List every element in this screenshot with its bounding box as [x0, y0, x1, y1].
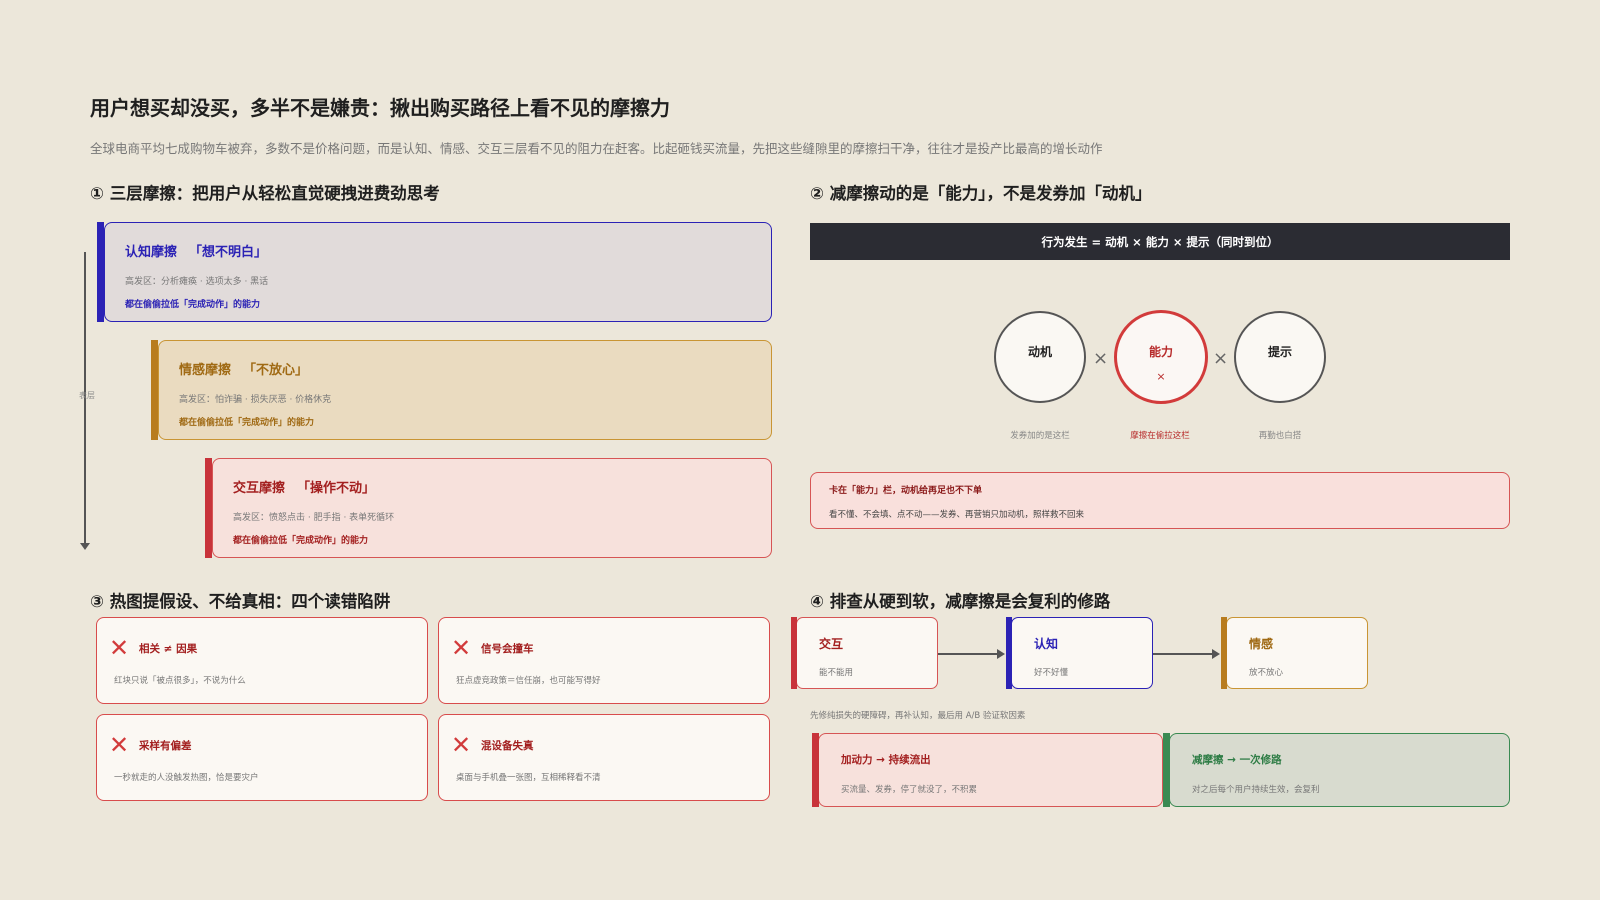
compare-desc: 买流量、发券，停了就没了，不积累 [841, 785, 978, 795]
step-desc: 放不放心 [1249, 668, 1284, 678]
layer-note: 都在偷偷拉低「完成动作」的能力 [179, 418, 315, 428]
layer-title: 情感摩擦 「不放心」 [179, 363, 309, 378]
circle-label: 动机 [1027, 345, 1052, 359]
section3-heading: ③ 热图提假设、不给真相：四个读错陷阱 [90, 592, 391, 611]
pitfall-desc: 红块只说「被点很多」，不说为什么 [114, 676, 246, 686]
pitfall-title: 混设备失真 [481, 740, 534, 752]
pitfall-title: 相关 ≠ 因果 [139, 643, 198, 655]
pitfall-title: 信号会撞车 [481, 643, 534, 655]
compare-accent-bar [1163, 733, 1170, 807]
ability-callout: 卡在「能力」栏，动机给再足也不下单 看不懂、不会填、点不动——发券、再营销只加动… [810, 472, 1510, 529]
x-mark-icon: ✕ [109, 731, 130, 759]
section2-heading: ② 减摩擦动的是「能力」，不是发券加「动机」 [810, 184, 1152, 203]
step-accent-bar [1221, 617, 1227, 689]
step-cognitive: 认知 好不好懂 [1006, 617, 1153, 689]
x-mark-icon: ✕ [451, 634, 472, 662]
layer-card-interaction: 交互摩擦 「操作不动」 高发区：愤怒点击 · 肥手指 · 表单死循环 都在偷偷拉低… [205, 458, 772, 558]
cross-mark-icon: × [1156, 370, 1166, 383]
pitfall-title: 采样有偏差 [139, 740, 192, 752]
circle-caption: 摩擦在偷拉这栏 [1130, 431, 1190, 441]
page-title: 用户想买却没买，多半不是嫌贵：揪出购买路径上看不见的摩擦力 [90, 96, 670, 120]
circle-ability: 能力 × [1114, 310, 1208, 404]
behavior-formula-bar: 行为发生 = 动机 × 能力 × 提示（同时到位） [810, 223, 1510, 260]
section4-heading: ④ 排查从硬到软，减摩擦是会复利的修路 [810, 592, 1111, 611]
pitfall-card: ✕ 混设备失真 桌面与手机叠一张图，互相稀释看不清 [438, 714, 770, 801]
section1-heading: ① 三层摩擦：把用户从轻松直觉硬拽进费劲思考 [90, 184, 440, 203]
layer-title: 认知摩擦 「想不明白」 [125, 245, 268, 260]
step-accent-bar [791, 617, 797, 689]
order-note: 先修纯损失的硬障碍，再补认知，最后用 A/B 验证软因素 [810, 711, 1026, 721]
compare-card-add-motivation: 加动力 → 持续流出 买流量、发券，停了就没了，不积累 [812, 733, 1163, 807]
step-title: 认知 [1034, 637, 1059, 651]
arrow-right-icon [1153, 649, 1220, 659]
layer-note: 都在偷偷拉低「完成动作」的能力 [233, 536, 369, 546]
pitfall-desc: 桌面与手机叠一张图，互相稀释看不清 [456, 773, 601, 783]
step-title: 情感 [1249, 637, 1274, 651]
circle-motivation: 动机 [994, 311, 1086, 403]
compare-title: 加动力 → 持续流出 [841, 754, 931, 766]
layer-note: 都在偷偷拉低「完成动作」的能力 [125, 300, 261, 310]
layer-desc: 高发区：愤怒点击 · 肥手指 · 表单死循环 [233, 513, 395, 523]
multiply-icon: × [1093, 348, 1109, 369]
layer-desc: 高发区：分析瘫痪 · 选项太多 · 黑话 [125, 277, 269, 287]
compare-card-reduce-friction: 减摩擦 → 一次修路 对之后每个用户持续生效，会复利 [1163, 733, 1510, 807]
circle-label: 能力 [1148, 345, 1173, 359]
step-interaction: 交互 能不能用 [791, 617, 938, 689]
layer-accent-bar [97, 222, 104, 322]
layer-card-emotional: 情感摩擦 「不放心」 高发区：怕诈骗 · 损失厌恶 · 价格休克 都在偷偷拉低「完… [151, 340, 772, 440]
x-mark-icon: ✕ [451, 731, 472, 759]
circle-caption: 再勤也白搭 [1258, 431, 1302, 441]
axis-arrow-down-icon [80, 543, 90, 550]
step-accent-bar [1006, 617, 1012, 689]
layer-desc: 高发区：怕诈骗 · 损失厌恶 · 价格休克 [179, 395, 332, 405]
pitfall-card: ✕ 相关 ≠ 因果 红块只说「被点很多」，不说为什么 [96, 617, 428, 704]
pitfall-card: ✕ 采样有偏差 一秒就走的人没触发热图，恰是要灾户 [96, 714, 428, 801]
page-subtitle: 全球电商平均七成购物车被弃，多数不是价格问题，而是认知、情感、交互三层看不见的阻… [90, 141, 1103, 156]
step-title: 交互 [819, 637, 844, 651]
callout-title: 卡在「能力」栏，动机给再足也不下单 [829, 486, 983, 496]
pitfall-desc: 一秒就走的人没触发热图，恰是要灾户 [114, 773, 259, 783]
step-desc: 好不好懂 [1034, 668, 1069, 678]
layer-title: 交互摩擦 「操作不动」 [233, 481, 376, 496]
axis-label: 表层 [79, 391, 95, 400]
compare-title: 减摩擦 → 一次修路 [1192, 754, 1282, 766]
multiply-icon: × [1213, 348, 1229, 369]
circle-prompt: 提示 [1234, 311, 1326, 403]
callout-desc: 看不懂、不会填、点不动——发券、再营销只加动机，照样救不回来 [829, 510, 1085, 520]
x-mark-icon: ✕ [109, 634, 130, 662]
step-emotional: 情感 放不放心 [1221, 617, 1368, 689]
arrow-right-icon [938, 649, 1005, 659]
layer-accent-bar [151, 340, 158, 440]
layer-card-cognitive: 认知摩擦 「想不明白」 高发区：分析瘫痪 · 选项太多 · 黑话 都在偷偷拉低「完… [97, 222, 772, 322]
pitfall-card: ✕ 信号会撞车 狂点虚竞政策＝信任崩，也可能写得好 [438, 617, 770, 704]
compare-desc: 对之后每个用户持续生效，会复利 [1192, 785, 1320, 795]
step-desc: 能不能用 [819, 668, 854, 678]
layer-accent-bar [205, 458, 212, 558]
compare-accent-bar [812, 733, 819, 807]
circle-label: 提示 [1267, 345, 1292, 359]
pitfall-desc: 狂点虚竞政策＝信任崩，也可能写得好 [456, 676, 601, 686]
circle-caption: 发券加的是这栏 [1010, 431, 1070, 441]
